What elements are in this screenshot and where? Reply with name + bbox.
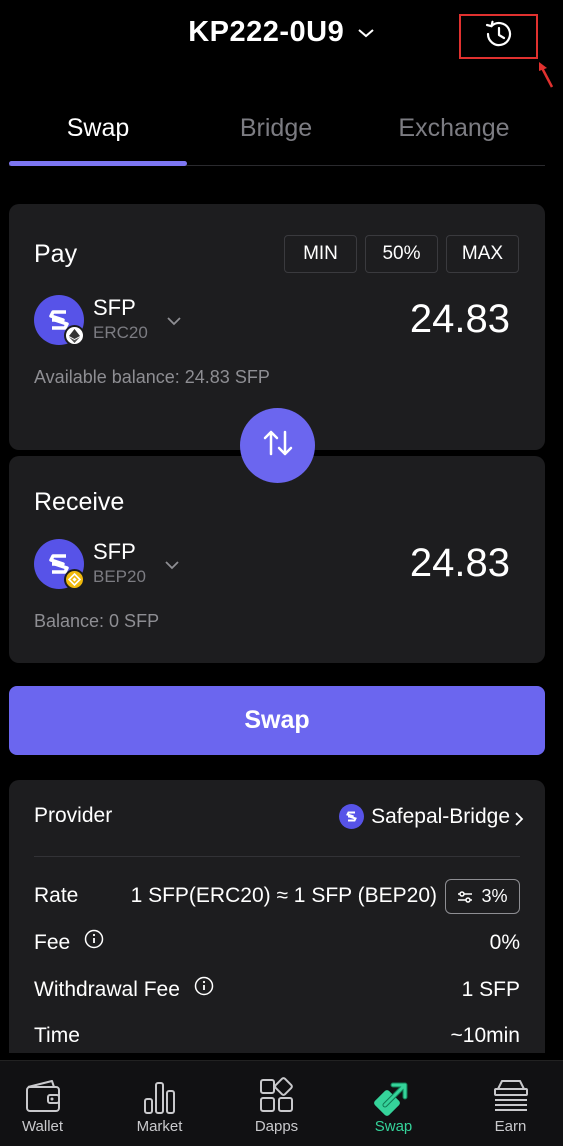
info-icon[interactable] [194,976,214,1002]
bnb-icon [64,569,85,590]
fee-label-wrap: Fee [34,929,104,955]
withdrawal-fee-value: 1 SFP [461,978,520,1001]
receive-amount: 24.83 [409,541,510,585]
nav-wallet[interactable]: Wallet [0,1061,101,1146]
provider-label: Provider [34,804,113,827]
receive-balance: Balance: 0 SFP [34,611,160,631]
tab-bar: Swap Bridge Exchange [9,100,545,166]
ethereum-icon [64,325,85,346]
swap-icon [373,1075,415,1117]
pay-token-selector[interactable]: SFP ERC20 [34,295,204,346]
provider-name: Safepal-Bridge [371,804,510,828]
provider-row[interactable]: Provider Safepal-Bridge [34,800,524,834]
swap-details-card: Provider Safepal-Bridge Rate 1 SFP(ERC20… [9,780,545,1053]
earn-icon [490,1075,532,1117]
pay-available-balance: Available balance: 24.83 SFP [34,367,270,387]
chevron-down-icon [166,313,182,331]
time-row: Time ~10min [34,1020,520,1054]
tab-exchange[interactable]: Exchange [365,114,543,143]
provider-value: Safepal-Bridge [339,804,510,829]
withdrawal-fee-label: Withdrawal Fee [34,978,180,1001]
info-icon[interactable] [84,929,104,955]
swap-arrows-icon [261,428,295,463]
rate-value: 1 SFP(ERC20) ≈ 1 SFP (BEP20) [130,884,437,907]
annotation-arrow-icon [536,60,556,95]
pay-token-name: SFP [93,295,136,320]
dapps-icon [256,1075,298,1117]
withdrawal-fee-row: Withdrawal Fee 1 SFP [34,974,520,1008]
nav-label: Market [136,1118,183,1135]
nav-label: Dapps [254,1118,299,1135]
swap-button[interactable]: Swap [9,686,545,755]
nav-market[interactable]: Market [101,1061,218,1146]
fee-row: Fee 0% [34,927,520,961]
tab-bridge[interactable]: Bridge [187,114,365,143]
min-button[interactable]: MIN [284,235,357,273]
time-value: ~10min [450,1024,520,1047]
wallet-icon [22,1075,64,1117]
tab-swap[interactable]: Swap [9,114,187,143]
fee-label: Fee [34,931,71,954]
pay-amount-input[interactable]: 24.83 [410,297,510,342]
chevron-down-icon [164,557,180,575]
withdrawal-fee-label-wrap: Withdrawal Fee [34,976,214,1002]
max-button[interactable]: MAX [446,235,519,273]
rate-label: Rate [34,884,79,907]
swap-direction-button[interactable] [240,408,315,483]
receive-token-name: SFP [93,539,136,564]
history-button[interactable] [459,14,538,59]
receive-token-selector[interactable]: SFP BEP20 [34,539,204,590]
nav-earn[interactable]: Earn [452,1061,563,1146]
nav-swap[interactable]: Swap [335,1061,452,1146]
rate-row: Rate 1 SFP(ERC20) ≈ 1 SFP (BEP20) 3% [34,879,520,914]
header: KP222-0U9 [0,0,563,88]
nav-label: Earn [494,1118,527,1135]
chevron-right-icon [514,809,524,833]
safepal-logo-icon [339,804,365,829]
chevron-down-icon [357,14,375,47]
nav-label: Wallet [21,1118,64,1135]
bottom-nav: Wallet Market Dapps Swap Earn [0,1060,563,1146]
receive-card: Receive SFP BEP20 24.83 Balance: 0 SFP [9,456,545,663]
market-icon [139,1075,181,1117]
divider [34,856,520,857]
wallet-name: KP222-0U9 [188,16,345,48]
pay-label: Pay [34,240,78,268]
active-tab-indicator [9,161,187,166]
receive-token-network: BEP20 [93,567,146,586]
receive-label: Receive [34,488,125,516]
fee-value: 0% [489,931,520,954]
pay-token-network: ERC20 [93,323,148,342]
slippage-value: 3% [481,886,508,906]
time-label: Time [34,1024,80,1047]
fifty-percent-button[interactable]: 50% [365,235,438,273]
nav-label: Swap [374,1118,413,1135]
slippage-button[interactable]: 3% [445,879,520,914]
history-clock-icon [483,18,515,55]
nav-dapps[interactable]: Dapps [218,1061,335,1146]
sliders-icon [457,890,473,904]
